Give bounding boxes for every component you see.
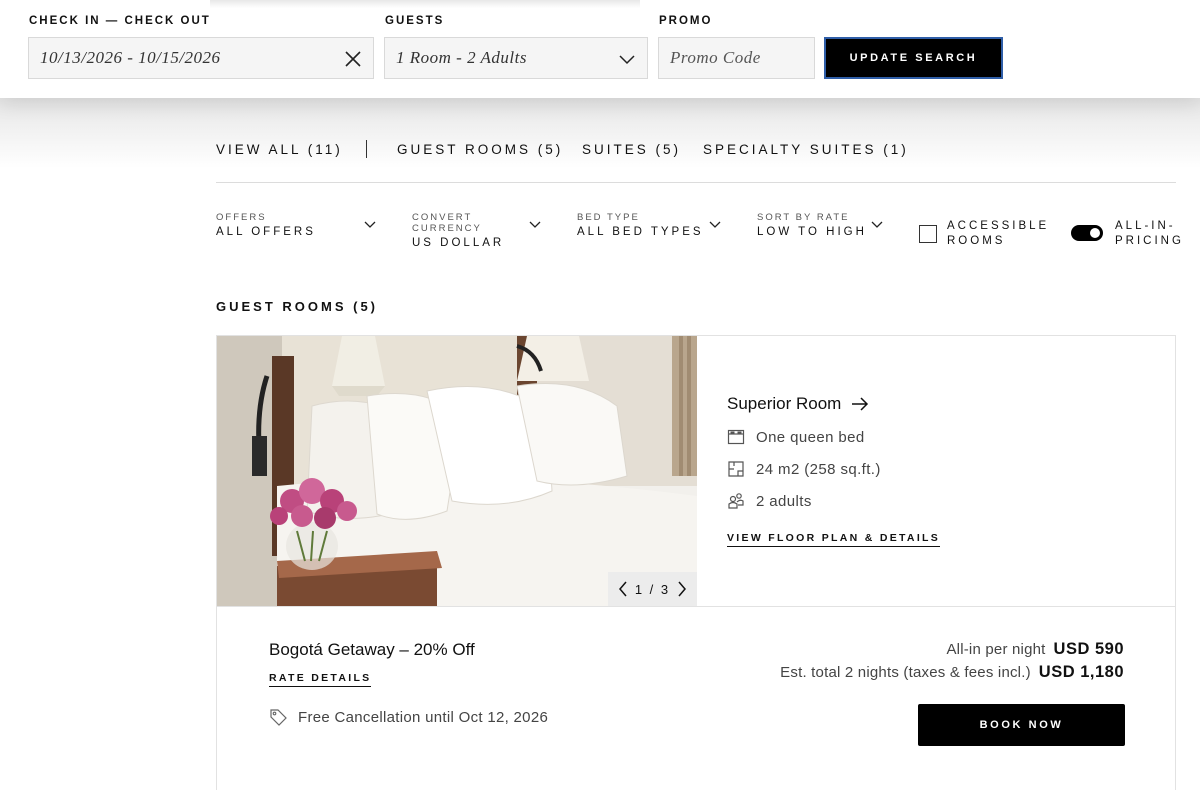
accessible-rooms-checkbox[interactable]	[919, 225, 937, 243]
chevron-down-icon	[364, 221, 376, 228]
dates-value: 10/13/2026 - 10/15/2026	[40, 48, 221, 67]
room-photo-image	[217, 336, 697, 606]
room-name-link[interactable]: Superior Room	[727, 394, 940, 414]
tag-icon	[270, 709, 287, 726]
chevron-left-icon[interactable]	[617, 581, 629, 597]
tab-divider	[366, 140, 367, 158]
bed-type-filter-value: ALL BED TYPES	[577, 226, 704, 238]
currency-filter[interactable]: CONVERT CURRENCY US DOLLAR	[412, 212, 542, 249]
total-price: Est. total 2 nights (taxes & fees incl.)…	[780, 663, 1124, 682]
room-bed: One queen bed	[727, 428, 940, 446]
bed-type-filter[interactable]: BED TYPE ALL BED TYPES	[577, 212, 723, 238]
bed-type-filter-label: BED TYPE	[577, 212, 640, 223]
guests-value: 1 Room - 2 Adults	[396, 48, 527, 67]
room-size-text: 24 m2 (258 sq.ft.)	[756, 460, 881, 478]
floor-plan-icon	[728, 461, 744, 477]
tab-specialty-suites[interactable]: SPECIALTY SUITES (1)	[703, 142, 909, 157]
bed-icon	[727, 429, 745, 445]
offers-filter-value: ALL OFFERS	[216, 226, 316, 238]
clear-dates-icon[interactable]	[343, 49, 363, 69]
photo-pager: 1 / 3	[608, 572, 697, 606]
toggle-knob	[1090, 228, 1100, 238]
search-bar-fade	[210, 0, 640, 8]
rate-name: Bogotá Getaway – 20% Off	[269, 640, 475, 659]
photo-counter: 1 / 3	[634, 581, 671, 597]
per-night-value: USD 590	[1053, 640, 1124, 658]
dates-label: CHECK IN — CHECK OUT	[29, 15, 211, 27]
cancellation-policy: Free Cancellation until Oct 12, 2026	[269, 708, 548, 727]
chevron-down-icon	[529, 221, 541, 228]
dates-field[interactable]: 10/13/2026 - 10/15/2026	[28, 37, 374, 79]
sort-filter-label: SORT BY RATE	[757, 212, 850, 223]
total-value: USD 1,180	[1038, 663, 1124, 681]
currency-filter-value: US DOLLAR	[412, 237, 505, 249]
guests-label: GUESTS	[385, 15, 445, 27]
accessible-rooms-label: ACCESSIBLE ROOMS	[947, 220, 1050, 247]
chevron-down-icon	[871, 221, 883, 228]
room-name: Superior Room	[727, 394, 842, 413]
tabs-divider	[216, 182, 1176, 183]
guests-icon	[728, 493, 744, 509]
section-title: GUEST ROOMS (5)	[216, 299, 379, 314]
tab-guest-rooms[interactable]: GUEST ROOMS (5)	[397, 142, 563, 157]
sort-filter-value: LOW TO HIGH	[757, 226, 867, 238]
view-floor-plan-link[interactable]: VIEW FLOOR PLAN & DETAILS	[727, 532, 941, 547]
room-photo[interactable]	[217, 336, 697, 606]
update-search-button[interactable]: UPDATE SEARCH	[824, 37, 1003, 79]
per-night-price: All-in per night USD 590	[946, 640, 1124, 659]
room-card: 1 / 3 Superior Room One queen bed 24 m2 …	[216, 335, 1176, 790]
promo-input[interactable]: Promo Code	[658, 37, 815, 79]
card-divider	[217, 606, 1175, 607]
header-shadow	[0, 98, 1200, 168]
room-bed-text: One queen bed	[756, 428, 865, 446]
room-size: 24 m2 (258 sq.ft.)	[727, 460, 940, 478]
cancellation-text: Free Cancellation until Oct 12, 2026	[298, 709, 549, 726]
offers-filter-label: OFFERS	[216, 212, 267, 223]
guests-select[interactable]: 1 Room - 2 Adults	[384, 37, 648, 79]
sort-filter[interactable]: SORT BY RATE LOW TO HIGH	[757, 212, 887, 238]
rate-details-link[interactable]: RATE DETAILS	[269, 672, 372, 687]
total-label: Est. total 2 nights (taxes & fees incl.)	[780, 664, 1031, 681]
room-occupancy: 2 adults	[727, 492, 940, 510]
all-in-pricing-text: ALL-IN-PRICING	[1115, 220, 1184, 247]
promo-label: PROMO	[659, 15, 713, 27]
book-now-button[interactable]: BOOK NOW	[918, 704, 1125, 746]
room-info: Superior Room One queen bed 24 m2 (258 s…	[727, 394, 941, 547]
per-night-label: All-in per night	[946, 641, 1046, 658]
all-in-pricing-toggle[interactable]	[1071, 225, 1103, 241]
tab-suites[interactable]: SUITES (5)	[582, 142, 681, 157]
promo-placeholder: Promo Code	[670, 48, 761, 67]
tab-view-all[interactable]: VIEW ALL (11)	[216, 142, 343, 157]
chevron-right-icon[interactable]	[676, 581, 688, 597]
all-in-pricing-label: ALL-IN-PRICING	[1115, 219, 1200, 249]
chevron-down-icon	[709, 221, 721, 228]
search-bar: CHECK IN — CHECK OUT 10/13/2026 - 10/15/…	[0, 0, 1200, 98]
room-occupancy-text: 2 adults	[756, 492, 812, 510]
currency-filter-label: CONVERT CURRENCY	[412, 212, 482, 234]
offers-filter[interactable]: OFFERS ALL OFFERS	[216, 212, 376, 238]
chevron-down-icon	[619, 55, 635, 65]
arrow-right-icon	[852, 397, 869, 411]
